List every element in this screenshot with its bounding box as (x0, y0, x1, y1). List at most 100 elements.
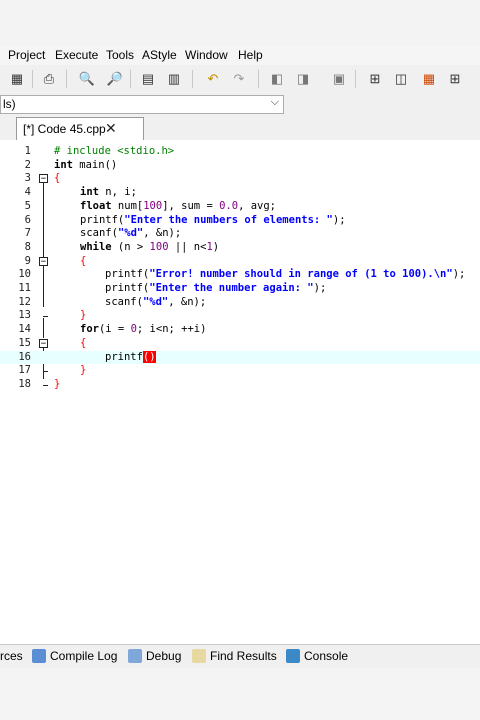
code-token: "%d" (142, 295, 169, 308)
code-token: ], sum = (162, 199, 220, 212)
compile-icon[interactable]: ▦ (8, 70, 26, 88)
code-line: 2 int main() (0, 159, 480, 173)
print-icon[interactable]: ⎙ (40, 70, 58, 88)
code-token: for (80, 323, 99, 336)
line-number: 14 (18, 323, 31, 336)
code-line: 4 int n, i; (0, 186, 480, 200)
menu-astyle[interactable]: AStyle (142, 48, 177, 62)
code-line: 18 } (0, 378, 480, 392)
code-token: ); (332, 213, 346, 226)
code-token: ) (212, 240, 220, 253)
replace-icon[interactable]: 🔎 (106, 70, 124, 88)
line-number: 18 (18, 377, 31, 390)
layout-icon[interactable]: ⊞ (366, 70, 384, 88)
toolbar-separator (130, 70, 131, 88)
tab-debug-label: Debug (146, 649, 182, 663)
goto-line-icon[interactable]: ▤ (139, 70, 157, 88)
code-token: { (80, 254, 87, 267)
line-number: 6 (24, 213, 31, 226)
menu-execute[interactable]: Execute (55, 48, 98, 62)
find-icon[interactable]: 🔍 (78, 70, 96, 88)
code-token: } (80, 309, 87, 322)
code-token: } (54, 377, 61, 390)
code-line: 13 } (0, 309, 480, 323)
find-results-icon (192, 649, 206, 663)
bottom-panel-tabs: rces Compile Log Debug Find Results Cons… (0, 644, 480, 669)
code-token: "Error! number should in range of (1 to … (149, 268, 453, 281)
code-line: 15 − { (0, 337, 480, 351)
toggle-comment-icon[interactable]: ▣ (330, 70, 348, 88)
code-token: { (80, 336, 87, 349)
status-area (0, 668, 480, 720)
toolbar-separator (192, 70, 193, 88)
code-token: n, i; (98, 186, 137, 199)
code-token: ); (313, 282, 327, 294)
line-number: 7 (24, 227, 31, 240)
line-number: 4 (24, 186, 31, 199)
code-token: int (54, 158, 73, 171)
line-number: 15 (18, 336, 31, 349)
code-line: 10 printf("Error! number should in range… (0, 268, 480, 282)
code-token: 0.0 (219, 199, 239, 212)
code-token: scanf( (80, 227, 118, 240)
code-line: 3 − { (0, 172, 480, 186)
grid-icon[interactable]: ⊞ (446, 70, 464, 88)
menu-bar: Project Execute Tools AStyle Window Help (0, 46, 480, 65)
indent-icon[interactable]: ◧ (268, 70, 286, 88)
code-token: "%d" (117, 227, 144, 240)
code-token: 100 (143, 199, 163, 212)
code-line: 5 float num[100], sum = 0.0, avg; (0, 200, 480, 214)
line-number: 5 (24, 199, 31, 212)
code-token: || n< (168, 240, 207, 253)
toolbar: ▦ ⎙ 🔍 🔎 ▤ ▥ ↶ ↷ ◧ ◨ ▣ ⊞ ◫ ▦ ⊞ (0, 65, 480, 94)
tab-resources[interactable]: rces (0, 649, 23, 663)
tab-debug[interactable]: Debug (128, 649, 181, 663)
code-line: 8 while (n > 100 || n<1) (0, 241, 480, 255)
code-line: 1 # include <stdio.h> (0, 145, 480, 159)
code-token: # include <stdio.h> (54, 145, 175, 157)
code-token: } (80, 364, 87, 377)
code-editor[interactable]: 1 # include <stdio.h> 2 int main() 3 − {… (0, 140, 480, 640)
code-token: main() (72, 158, 118, 171)
line-number: 8 (24, 240, 31, 253)
title-bar (0, 0, 480, 46)
unindent-icon[interactable]: ◨ (294, 70, 312, 88)
menu-project[interactable]: Project (8, 48, 45, 62)
fold-collapse-icon[interactable]: − (39, 338, 48, 348)
code-token: scanf( (105, 295, 143, 308)
menu-tools[interactable]: Tools (106, 48, 134, 62)
tab-console[interactable]: Console (286, 649, 348, 663)
project-view-icon[interactable]: ◫ (392, 70, 410, 88)
compiler-select[interactable]: ls) ⌵ (0, 95, 284, 114)
tab-find-results[interactable]: Find Results (192, 649, 277, 663)
undo-icon[interactable]: ↶ (204, 70, 222, 88)
line-number: 11 (18, 282, 31, 294)
code-line: 6 printf("Enter the numbers of elements:… (0, 214, 480, 228)
tab-label: [*] Code 45.cpp (23, 122, 106, 136)
code-token: , &n); (143, 227, 182, 240)
chevron-down-icon[interactable]: ⌵ (271, 96, 279, 109)
code-token: printf( (80, 213, 125, 226)
line-number: 1 (24, 145, 31, 157)
code-token: , avg; (238, 199, 276, 212)
code-token: ; i<n; ++i) (136, 323, 207, 336)
close-icon[interactable]: ✕ (105, 120, 117, 137)
line-number: 10 (18, 268, 31, 281)
menu-help[interactable]: Help (238, 48, 263, 62)
line-number: 9 (24, 254, 31, 267)
code-line: 14 for(i = 0; i<n; ++i) (0, 323, 480, 337)
toolbar-separator (32, 70, 33, 88)
text-cursor: () (142, 350, 156, 363)
redo-icon[interactable]: ↷ (230, 70, 248, 88)
menu-window[interactable]: Window (185, 48, 228, 62)
code-token: printf (105, 350, 143, 363)
line-number: 17 (18, 364, 31, 377)
class-browser-icon[interactable]: ▦ (420, 70, 438, 88)
fold-collapse-icon[interactable]: − (39, 174, 48, 184)
tab-compile-log[interactable]: Compile Log (32, 649, 117, 663)
tab-code-45[interactable]: [*] Code 45.cpp ✕ (16, 117, 144, 141)
bookmark-icon[interactable]: ▥ (165, 70, 183, 88)
editor-tab-row: [*] Code 45.cpp ✕ (0, 115, 480, 141)
fold-collapse-icon[interactable]: − (39, 256, 48, 266)
code-token: ); (452, 268, 466, 281)
